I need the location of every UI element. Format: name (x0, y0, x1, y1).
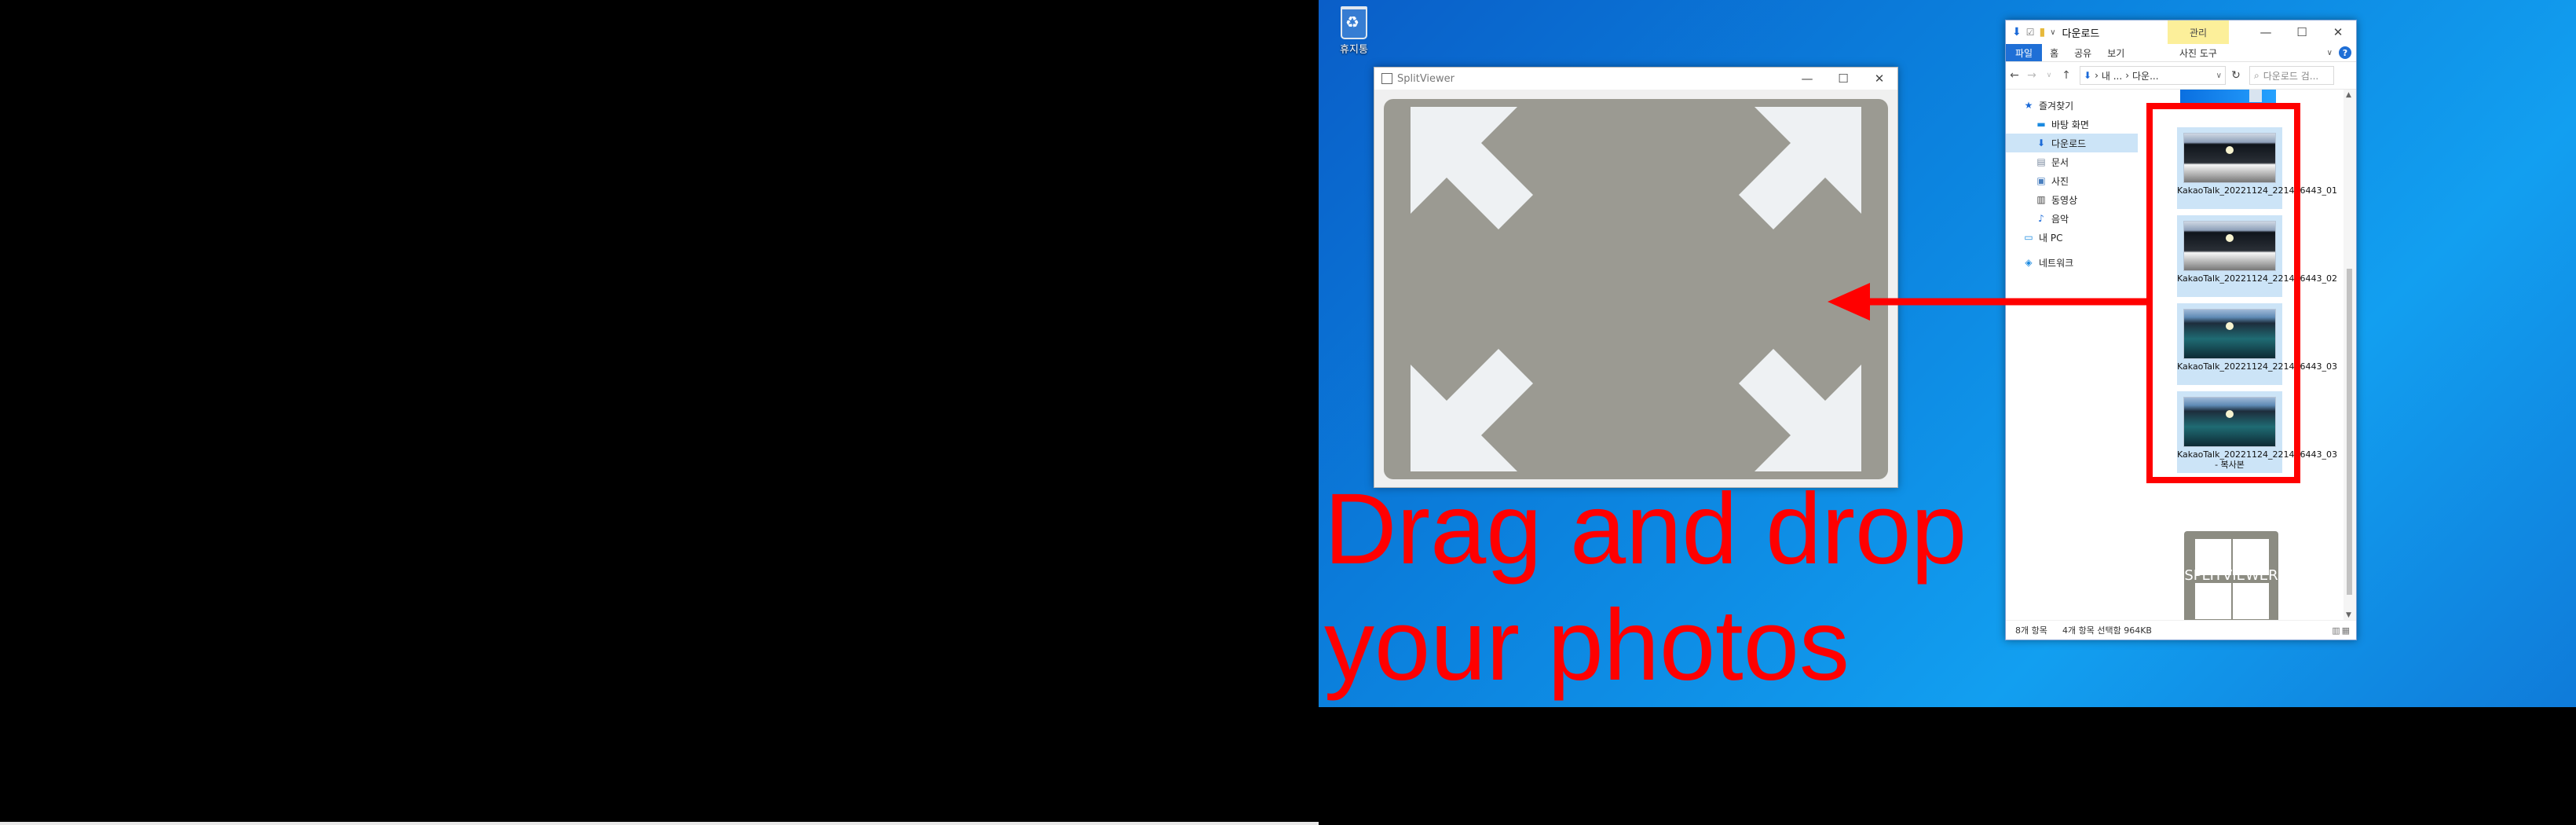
drag-arrow-icon (1828, 283, 2146, 321)
desktop: 휴지통 SplitViewer — ☐ ✕ Drag an (1319, 0, 2576, 707)
bottom-strip (0, 822, 1319, 825)
